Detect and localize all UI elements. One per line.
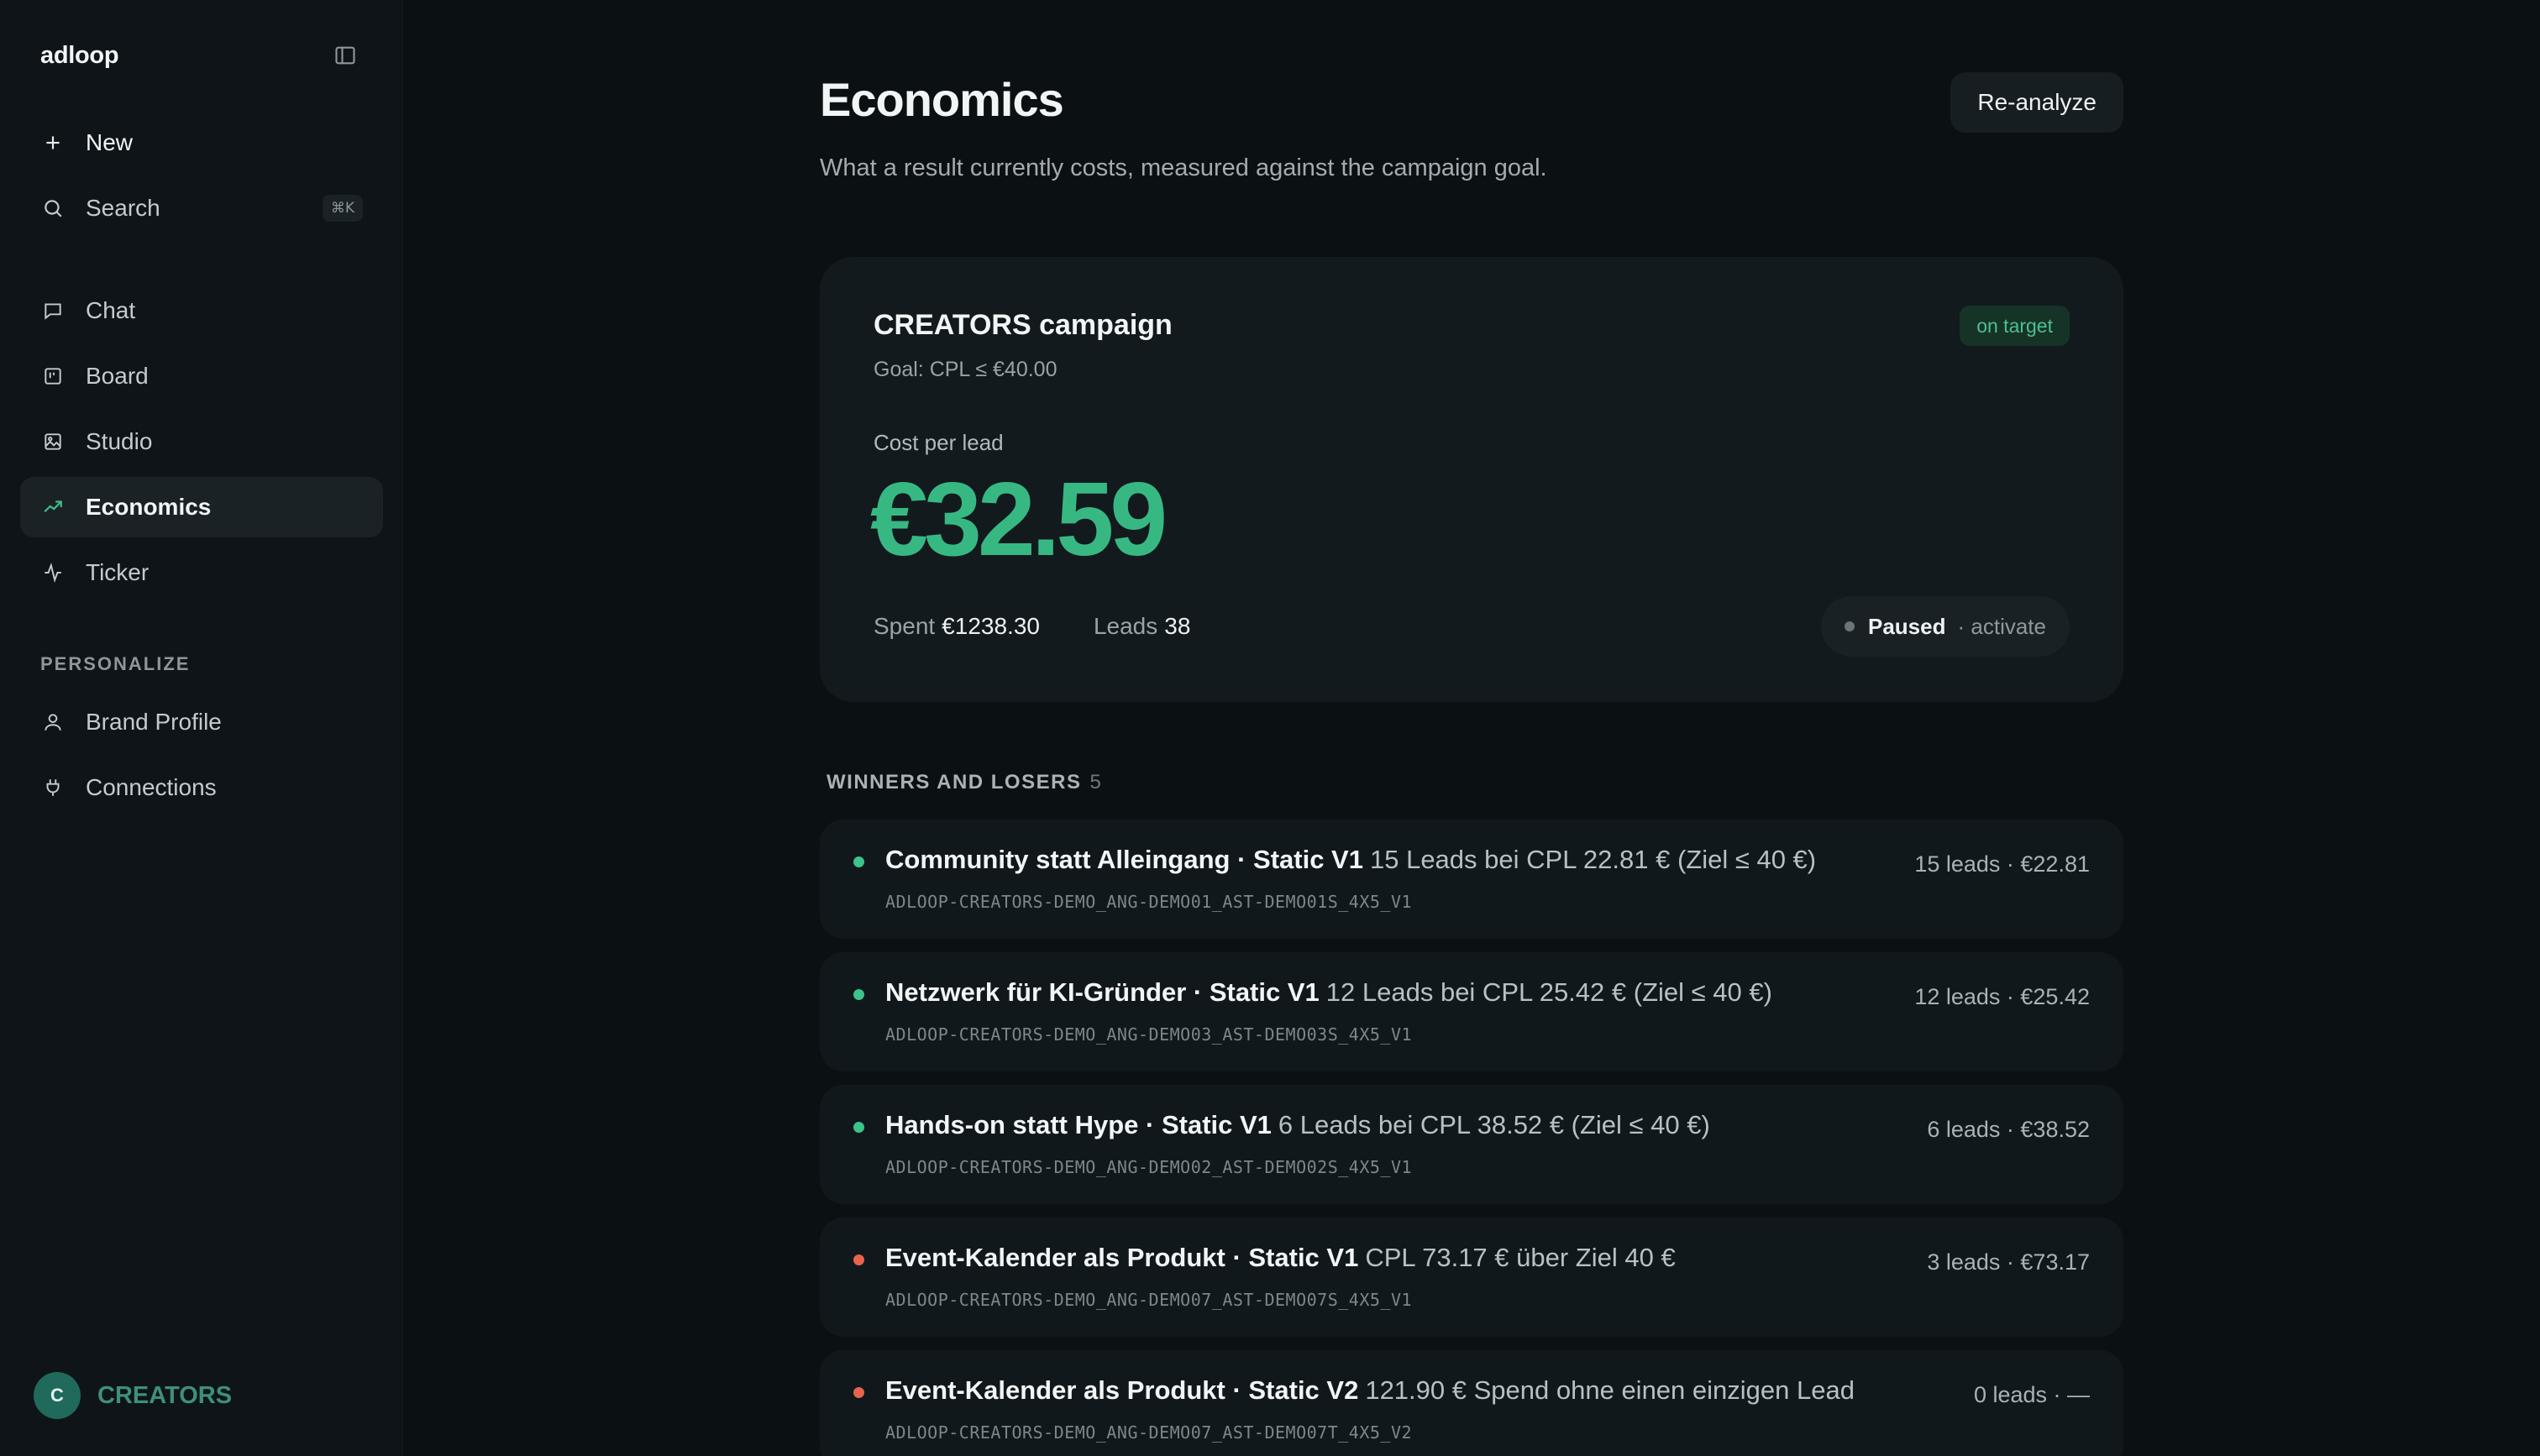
list-item[interactable]: Event-Kalender als Produkt · Static V1 CP… [820,1218,2123,1337]
sidebar-item-connections[interactable]: Connections [20,757,383,818]
plus-icon [40,130,66,155]
row-main: Netzwerk für KI-Gründer · Static V1 12 Le… [885,977,1772,1008]
sidebar-item-economics[interactable]: Economics [20,477,383,537]
campaign-status-toggle[interactable]: Paused · activate [1821,596,2070,657]
new-button[interactable]: New [20,113,383,173]
leads-label: Leads [1093,613,1158,639]
sidebar-item-label: Brand Profile [86,709,222,735]
row-main: Event-Kalender als Produkt · Static V2 12… [885,1375,1855,1406]
winner-dot-icon [853,989,864,1000]
sidebar-item-label: Connections [86,774,217,800]
row-id: ADLOOP-CREATORS-DEMO_ANG-DEMO03_AST-DEMO… [885,1024,1413,1045]
section-count: 5 [1089,771,1103,793]
row-title: Hands-on statt Hype · Static V1 [885,1110,1272,1139]
campaign-goal: Goal: CPL ≤ €40.00 [874,358,1057,381]
row-id: ADLOOP-CREATORS-DEMO_ANG-DEMO07_AST-DEMO… [885,1422,1413,1443]
row-desc: 15 Leads bei CPL 22.81 € (Ziel ≤ 40 €) [1369,845,1817,874]
row-main: Community statt Alleingang · Static V1 15… [885,845,1816,875]
winner-dot-icon [853,1122,864,1133]
leads-value: 38 [1164,613,1191,639]
plug-icon [40,775,66,800]
personalize-heading: PERSONALIZE [40,653,191,674]
board-icon [40,364,66,389]
winners-losers-heading: WINNERS AND LOSERS 5 [827,771,1102,794]
row-title: Event-Kalender als Produkt · Static V2 [885,1375,1359,1405]
page-subtitle: What a result currently costs, measured … [820,155,1547,181]
row-desc: 121.90 € Spend ohne einen einzigen Lead [1365,1375,1855,1405]
row-meta: 15 leads · €22.81 [1914,851,2090,877]
sidebar-item-label: Economics [86,494,212,520]
list-item[interactable]: Event-Kalender als Produkt · Static V2 12… [820,1350,2123,1456]
sidebar-item-studio[interactable]: Studio [20,411,383,472]
loser-dot-icon [853,1387,864,1398]
search-icon [40,196,66,221]
new-label: New [86,129,134,155]
row-main: Event-Kalender als Produkt · Static V1 CP… [885,1243,1676,1273]
list-item[interactable]: Hands-on statt Hype · Static V1 6 Leads b… [820,1085,2123,1204]
search-button[interactable]: Search ⌘K [20,178,383,238]
row-meta: 6 leads · €38.52 [1927,1117,2090,1142]
row-main: Hands-on statt Hype · Static V1 6 Leads b… [885,1110,1710,1140]
row-desc: 12 Leads bei CPL 25.42 € (Ziel ≤ 40 €) [1325,977,1772,1007]
reanalyze-button[interactable]: Re-analyze [1950,72,2123,133]
row-id: ADLOOP-CREATORS-DEMO_ANG-DEMO07_AST-DEMO… [885,1290,1413,1310]
sidebar: adloop New Search ⌘K Chat Board Studio E… [0,0,403,1456]
sidebar-toggle-icon[interactable] [328,39,362,72]
list-item[interactable]: Netzwerk für KI-Gründer · Static V1 12 Le… [820,952,2123,1071]
leads-stat: Leads 38 [1094,613,1190,640]
row-desc: CPL 73.17 € über Ziel 40 € [1365,1243,1676,1272]
status-dot-icon [1845,621,1855,631]
row-id: ADLOOP-CREATORS-DEMO_ANG-DEMO02_AST-DEMO… [885,1157,1413,1177]
row-id: ADLOOP-CREATORS-DEMO_ANG-DEMO01_AST-DEMO… [885,892,1413,912]
row-desc: 6 Leads bei CPL 38.52 € (Ziel ≤ 40 €) [1278,1110,1710,1139]
winner-dot-icon [853,856,864,867]
campaign-card: CREATORS campaign Goal: CPL ≤ €40.00 on … [820,257,2123,702]
workspace-switcher[interactable]: C CREATORS [34,1372,232,1419]
user-icon [40,710,66,735]
row-meta: 12 leads · €25.42 [1914,984,2090,1009]
spent-label: Spent [874,613,936,639]
row-title: Community statt Alleingang · Static V1 [885,845,1363,874]
sidebar-item-label: Ticker [86,559,150,585]
workspace-name: CREATORS [97,1381,233,1409]
row-title: Event-Kalender als Produkt · Static V1 [885,1243,1359,1272]
loser-dot-icon [853,1254,864,1265]
status-badge: on target [1960,306,2070,346]
search-label: Search [86,195,160,221]
spent-stat: Spent €1238.30 [874,613,1040,640]
page-title: Economics [820,73,1064,126]
row-title: Netzwerk für KI-Gründer · Static V1 [885,977,1320,1007]
list-item[interactable]: Community statt Alleingang · Static V1 15… [820,820,2123,939]
sidebar-item-board[interactable]: Board [20,346,383,406]
row-meta: 0 leads · — [1973,1382,2090,1407]
sidebar-item-chat[interactable]: Chat [20,280,383,341]
sidebar-item-ticker[interactable]: Ticker [20,542,383,603]
brand-logo[interactable]: adloop [40,42,119,70]
sidebar-item-label: Studio [86,428,153,454]
status-text: Paused [1868,613,1946,639]
image-icon [40,429,66,454]
sidebar-item-label: Board [86,363,149,389]
chat-icon [40,298,66,323]
sidebar-header: adloop [40,37,362,74]
row-meta: 3 leads · €73.17 [1927,1249,2090,1275]
sidebar-item-label: Chat [86,297,136,323]
main-content: Economics Re-analyze What a result curre… [403,0,2540,1456]
activate-link[interactable]: · activate [1958,614,2047,640]
cost-per-lead-value: €32.59 [870,462,1168,578]
campaign-stats: Spent €1238.30 Leads 38 [874,613,1244,640]
metric-label: Cost per lead [874,430,1004,455]
section-title: WINNERS AND LOSERS [827,771,1082,793]
trend-icon [40,495,66,520]
search-shortcut-badge: ⌘K [322,195,363,222]
campaign-name: CREATORS campaign [874,309,1173,341]
spent-value: €1238.30 [942,613,1040,639]
avatar: C [34,1372,81,1419]
pulse-icon [40,560,66,585]
sidebar-item-brand-profile[interactable]: Brand Profile [20,692,383,752]
